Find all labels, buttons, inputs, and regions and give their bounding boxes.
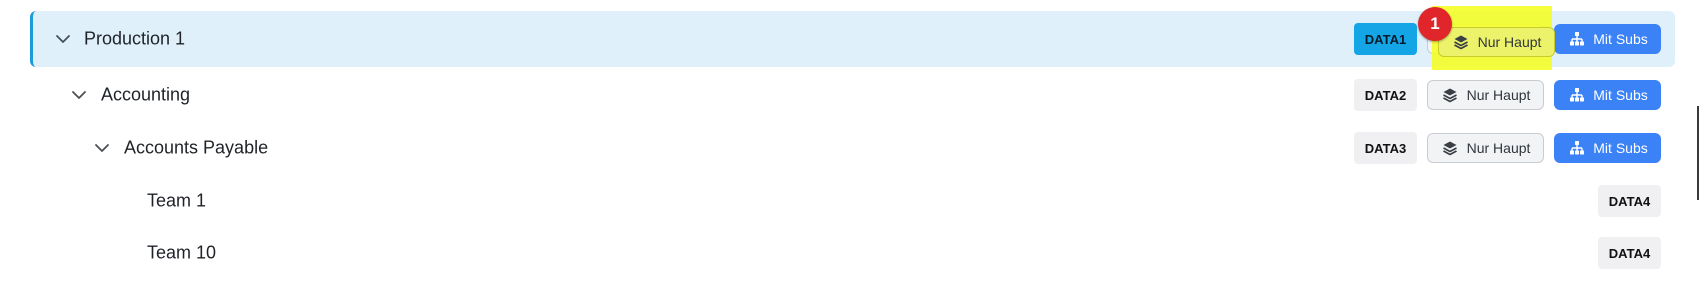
tree-row-accounts-payable[interactable]: Accounts Payable DATA3 Nur Haupt Mit Sub… bbox=[30, 120, 1675, 176]
layers-icon bbox=[1443, 141, 1457, 156]
row-actions: DATA4 bbox=[1598, 237, 1661, 269]
mit-subs-button[interactable]: Mit Subs bbox=[1554, 80, 1661, 110]
row-actions: DATA2 Nur Haupt Mit Subs bbox=[1354, 79, 1661, 111]
hierarchy-icon bbox=[1570, 32, 1584, 46]
tree-row-team-1[interactable]: Team 1 DATA4 bbox=[30, 173, 1675, 229]
data-badge: DATA2 bbox=[1354, 79, 1417, 111]
mit-subs-label: Mit Subs bbox=[1593, 87, 1648, 103]
chevron-down-icon[interactable] bbox=[69, 85, 89, 105]
row-actions: DATA3 Nur Haupt Mit Subs bbox=[1354, 132, 1661, 164]
data-badge: DATA4 bbox=[1598, 185, 1661, 217]
tree-row-team-10[interactable]: Team 10 DATA4 bbox=[30, 225, 1675, 281]
tree-row-label: Accounts Payable bbox=[124, 137, 269, 158]
chevron-down-icon[interactable] bbox=[53, 29, 73, 49]
mit-subs-button[interactable]: Mit Subs bbox=[1554, 24, 1661, 54]
mit-subs-button[interactable]: Mit Subs bbox=[1554, 133, 1661, 163]
tree-row-label: Accounting bbox=[101, 84, 191, 105]
nur-haupt-label: Nur Haupt bbox=[1477, 34, 1542, 50]
nur-haupt-button[interactable]: Nur Haupt bbox=[1427, 80, 1544, 110]
scrollbar[interactable] bbox=[1697, 106, 1699, 200]
row-actions: DATA4 bbox=[1598, 185, 1661, 217]
layers-icon bbox=[1454, 35, 1468, 50]
data-badge: DATA3 bbox=[1354, 132, 1417, 164]
mit-subs-label: Mit Subs bbox=[1593, 31, 1648, 47]
mit-subs-label: Mit Subs bbox=[1593, 140, 1648, 156]
chevron-down-icon[interactable] bbox=[92, 138, 112, 158]
tree-row-label: Production 1 bbox=[84, 28, 186, 49]
nur-haupt-label: Nur Haupt bbox=[1466, 140, 1531, 156]
hierarchy-icon bbox=[1570, 141, 1584, 155]
hierarchy-icon bbox=[1570, 88, 1584, 102]
data-badge: DATA4 bbox=[1598, 237, 1661, 269]
tree-row-label: Team 1 bbox=[147, 190, 207, 211]
layers-icon bbox=[1443, 88, 1457, 103]
nur-haupt-button[interactable]: Nur Haupt bbox=[1427, 133, 1544, 163]
nur-haupt-button-highlighted[interactable]: Nur Haupt bbox=[1438, 27, 1555, 57]
tree-row-label: Team 10 bbox=[147, 242, 217, 263]
nur-haupt-label: Nur Haupt bbox=[1466, 87, 1531, 103]
data-badge: DATA1 bbox=[1354, 23, 1417, 55]
annotation-marker: 1 bbox=[1418, 7, 1452, 41]
tree-row-accounting[interactable]: Accounting DATA2 Nur Haupt Mit Subs bbox=[30, 67, 1675, 123]
